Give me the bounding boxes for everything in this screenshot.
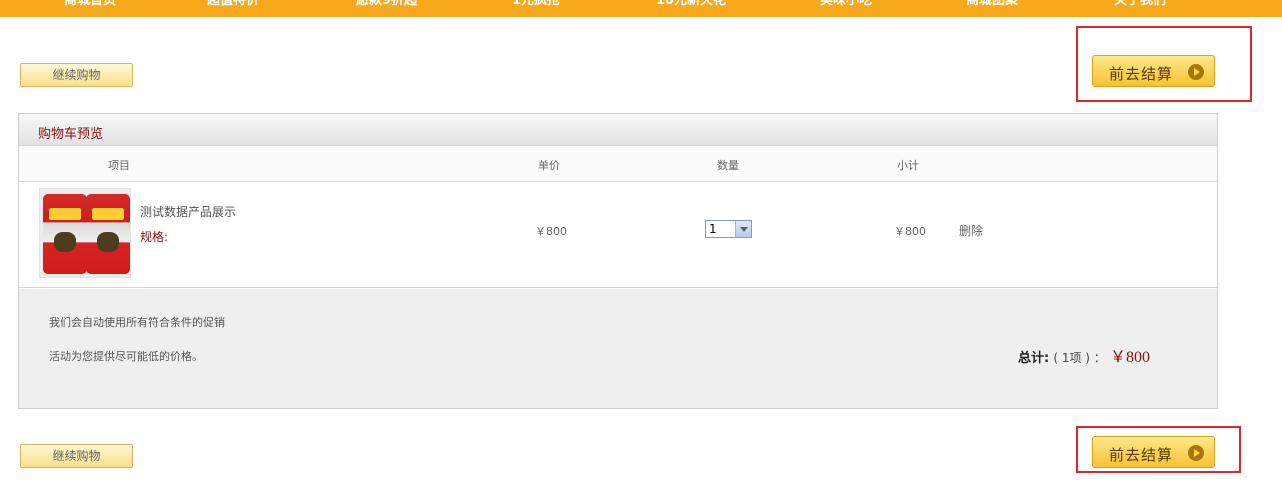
arrow-right-icon bbox=[1188, 445, 1204, 461]
bag-mascot bbox=[97, 232, 119, 252]
column-header-quantity: 数量 bbox=[717, 159, 739, 172]
nav-item-snacks[interactable]: 美味小吃 bbox=[820, 0, 872, 11]
column-header-subtotal: 小计 bbox=[897, 159, 919, 172]
nav-item-special-price[interactable]: 超值特价 bbox=[207, 0, 259, 11]
cart-title: 购物车预览 bbox=[38, 127, 104, 142]
product-spec-label: 规格: bbox=[140, 230, 169, 244]
total-amount: ￥800 bbox=[1109, 349, 1150, 366]
cart-header: 购物车预览 bbox=[19, 114, 1217, 146]
arrow-right-icon bbox=[1188, 64, 1204, 80]
cart-total: 总计: ( 1项 ) ： ￥800 bbox=[1018, 343, 1150, 367]
column-header-item: 项目 bbox=[108, 159, 130, 172]
cart-panel: 购物车预览 项目 单价 数量 小计 测试数据产品展示 规格: ￥800 1 ￥8… bbox=[18, 113, 1218, 409]
cart-summary: 我们会自动使用所有符合条件的促销 活动为您提供尽可能低的价格。 总计: ( 1项… bbox=[19, 289, 1217, 408]
checkout-button-bottom[interactable]: 前去结算 bbox=[1092, 436, 1215, 468]
promo-text-line-2: 活动为您提供尽可能低的价格。 bbox=[49, 350, 203, 363]
product-name-link[interactable]: 测试数据产品展示 bbox=[140, 203, 236, 220]
nav-item-one-yuan[interactable]: 1元疯抢 bbox=[512, 0, 560, 11]
snack-bag-left bbox=[43, 194, 87, 274]
promo-text-line-1: 我们会自动使用所有符合条件的促销 bbox=[49, 316, 225, 329]
quantity-select[interactable]: 1 bbox=[705, 220, 752, 238]
nav-item-discount[interactable]: 愿款9折起 bbox=[356, 0, 417, 11]
unit-price-value: ￥800 bbox=[535, 225, 567, 238]
column-header-row: 项目 单价 数量 小计 bbox=[19, 146, 1217, 182]
continue-shopping-button-top[interactable]: 继续购物 bbox=[20, 63, 133, 87]
total-label: 总计: bbox=[1018, 351, 1050, 366]
continue-shopping-button-bottom[interactable]: 继续购物 bbox=[20, 444, 133, 468]
cart-item-row: 测试数据产品展示 规格: ￥800 1 ￥800 删除 bbox=[19, 182, 1217, 288]
nav-item-about[interactable]: 关于我们 bbox=[1114, 0, 1166, 11]
checkout-button-label: 前去结算 bbox=[1109, 446, 1174, 464]
column-header-unit-price: 单价 bbox=[538, 159, 560, 172]
top-nav-bar: 商城首页 超值特价 愿款9折起 1元疯抢 10元新天花 美味小吃 商城团聚 关于… bbox=[0, 0, 1282, 17]
snack-bag-right bbox=[86, 194, 130, 274]
checkout-button-label: 前去结算 bbox=[1109, 65, 1174, 83]
total-item-count: ( 1项 ) ： bbox=[1053, 351, 1106, 365]
product-snack-bags-icon[interactable] bbox=[39, 188, 131, 278]
bag-label bbox=[49, 208, 81, 220]
chevron-down-icon[interactable] bbox=[735, 221, 751, 237]
bag-label bbox=[92, 208, 124, 220]
nav-item-ten-yuan[interactable]: 10元新天花 bbox=[656, 0, 726, 11]
checkout-button-top[interactable]: 前去结算 bbox=[1092, 55, 1215, 87]
subtotal-value: ￥800 bbox=[894, 225, 926, 238]
nav-item-home[interactable]: 商城首页 bbox=[64, 0, 116, 11]
quantity-value: 1 bbox=[709, 222, 717, 236]
delete-item-link[interactable]: 删除 bbox=[959, 222, 983, 239]
bag-mascot bbox=[54, 232, 76, 252]
nav-item-group[interactable]: 商城团聚 bbox=[966, 0, 1018, 11]
